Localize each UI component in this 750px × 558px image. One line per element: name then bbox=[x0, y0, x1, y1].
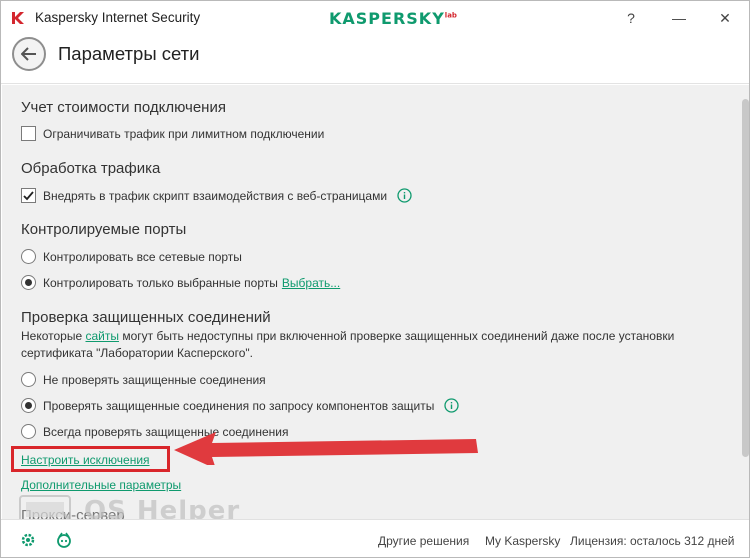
kaspersky-k-icon bbox=[12, 12, 24, 24]
limit-traffic-checkbox[interactable]: Ограничивать трафик при лимитном подключ… bbox=[21, 126, 324, 141]
inject-script-checkbox[interactable]: Внедрять в трафик скрипт взаимодействия … bbox=[21, 188, 412, 203]
sites-link[interactable]: сайты bbox=[85, 329, 119, 343]
page-header: Параметры сети bbox=[1, 34, 749, 84]
license-link[interactable]: Лицензия: осталось 312 дней bbox=[570, 534, 734, 548]
brand-sup: lab bbox=[444, 11, 457, 20]
section-title-cost: Учет стоимости подключения bbox=[21, 99, 226, 116]
my-kaspersky-link[interactable]: My Kaspersky bbox=[485, 534, 560, 548]
app-window: Kaspersky Internet Security KASPERSKYlab… bbox=[0, 0, 750, 558]
selected-ports-label: Контролировать только выбранные порты bbox=[43, 275, 278, 290]
secure-description: Некоторые сайты могут быть недоступны пр… bbox=[21, 328, 681, 362]
info-icon[interactable] bbox=[397, 188, 412, 203]
advanced-settings-link[interactable]: Дополнительные параметры bbox=[21, 478, 181, 492]
watermark-text: OS Helper bbox=[84, 496, 241, 519]
all-ports-label: Контролировать все сетевые порты bbox=[43, 249, 242, 264]
no-check-radio[interactable]: Не проверять защищенные соединения bbox=[21, 372, 266, 387]
close-button[interactable]: ✕ bbox=[707, 5, 743, 31]
page-title: Параметры сети bbox=[58, 43, 200, 64]
all-ports-radio[interactable]: Контролировать все сетевые порты bbox=[21, 249, 242, 264]
annotation-arrow-icon bbox=[174, 432, 478, 465]
check-icon bbox=[23, 190, 34, 200]
check-on-request-radio[interactable]: Проверять защищенные соединения по запро… bbox=[21, 398, 459, 413]
section-title-ports: Контролируемые порты bbox=[21, 221, 187, 238]
info-icon[interactable] bbox=[444, 398, 459, 413]
back-button[interactable] bbox=[12, 37, 46, 71]
limit-traffic-label: Ограничивать трафик при лимитном подключ… bbox=[43, 126, 325, 141]
radio-unselected[interactable] bbox=[21, 424, 36, 439]
settings-gear-icon[interactable] bbox=[20, 532, 36, 548]
radio-selected[interactable] bbox=[21, 275, 36, 290]
desc-before: Некоторые bbox=[21, 329, 86, 343]
other-solutions-link[interactable]: Другие решения bbox=[378, 534, 469, 548]
settings-content[interactable]: Учет стоимости подключения Ограничивать … bbox=[2, 85, 749, 519]
brand-name: KASPERSKY bbox=[329, 9, 445, 28]
section-title-traffic: Обработка трафика bbox=[21, 160, 161, 177]
checkbox-checked[interactable] bbox=[21, 188, 36, 203]
footer-bar: Другие решения My Kaspersky Лицензия: ос… bbox=[1, 519, 749, 557]
check-on-request-label: Проверять защищенные соединения по запро… bbox=[43, 398, 435, 413]
inject-script-label: Внедрять в трафик скрипт взаимодействия … bbox=[43, 188, 388, 203]
checkbox-unchecked[interactable] bbox=[21, 126, 36, 141]
kaspersky-logo: KASPERSKYlab bbox=[329, 9, 457, 28]
window-title: Kaspersky Internet Security bbox=[35, 10, 201, 25]
scrollbar[interactable] bbox=[742, 93, 749, 513]
minimize-button[interactable]: — bbox=[661, 5, 697, 31]
radio-unselected[interactable] bbox=[21, 372, 36, 387]
scrollbar-thumb[interactable] bbox=[742, 99, 749, 457]
arrow-left-icon bbox=[21, 47, 36, 61]
configure-exceptions-link[interactable]: Настроить исключения bbox=[21, 453, 150, 467]
help-button[interactable]: ? bbox=[613, 5, 649, 31]
watermark: OS Helper bbox=[18, 494, 240, 519]
select-ports-link[interactable]: Выбрать... bbox=[282, 276, 340, 290]
support-icon[interactable] bbox=[56, 532, 72, 548]
section-title-secure: Проверка защищенных соединений bbox=[21, 309, 271, 326]
desc-after: могут быть недоступны при включенной про… bbox=[21, 329, 675, 360]
title-bar: Kaspersky Internet Security KASPERSKYlab… bbox=[1, 1, 749, 34]
watermark-logo-icon bbox=[19, 495, 72, 519]
radio-selected[interactable] bbox=[21, 398, 36, 413]
no-check-label: Не проверять защищенные соединения bbox=[43, 372, 266, 387]
radio-unselected[interactable] bbox=[21, 249, 36, 264]
selected-ports-radio[interactable]: Контролировать только выбранные порты Вы… bbox=[21, 275, 340, 290]
